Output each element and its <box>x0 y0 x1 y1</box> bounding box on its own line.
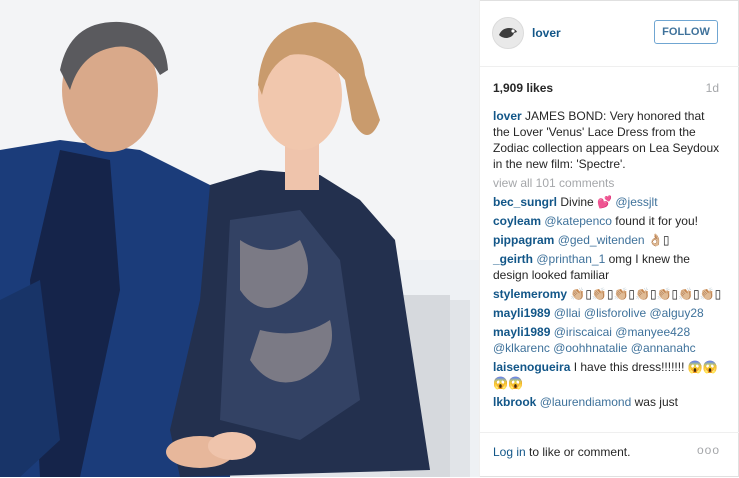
comment-item: _geirth @printhan_1 omg I knew the desig… <box>493 251 723 283</box>
photo-illustration <box>0 0 479 477</box>
post-header: lover FOLLOW <box>480 0 739 67</box>
comment-item: bec_sungrl Divine 💕 @jessjlt <box>493 194 723 210</box>
post-sidebar: lover FOLLOW 1,909 likes 1d lover JAMES … <box>479 0 739 477</box>
post-footer: Log in to like or comment. ooo <box>480 432 739 478</box>
comments-list: lover JAMES BOND: Very honored that the … <box>493 108 723 413</box>
comment-item: stylemeromy 👏🏼▯👏🏼▯👏🏼▯👏🏼▯👏🏼▯👏🏼▯👏🏼▯ <box>493 286 723 302</box>
comment-username[interactable]: _geirth <box>493 252 533 266</box>
avatar-icon[interactable] <box>492 17 524 49</box>
post-photo[interactable] <box>0 0 479 477</box>
username-link[interactable]: lover <box>532 26 561 40</box>
comment-item: mayli1989 @iriscaicai @manyee428 @klkare… <box>493 324 723 356</box>
comment-username[interactable]: coyleam <box>493 214 541 228</box>
caption-username[interactable]: lover <box>493 109 522 123</box>
comment-mention[interactable]: @llai @lisforolive @alguy28 <box>554 306 704 320</box>
comment-text: Divine 💕 <box>560 195 616 209</box>
caption-text: JAMES BOND: Very honored that the Lover … <box>493 109 720 171</box>
login-prompt: Log in to like or comment. <box>493 445 630 459</box>
comment-text: found it for you! <box>611 214 698 228</box>
comment-mention[interactable]: @jessjlt <box>615 195 657 209</box>
follow-button[interactable]: FOLLOW <box>654 20 718 44</box>
comment-item: pippagram @ged_witenden 👌🏼▯ <box>493 232 723 248</box>
comment-item: laisenogueira I have this dress!!!!!!! 😱… <box>493 359 723 391</box>
comment-username[interactable]: stylemeromy <box>493 287 567 301</box>
comment-mention[interactable]: @ged_witenden <box>558 233 645 247</box>
more-options-icon[interactable]: ooo <box>697 443 720 457</box>
comment-username[interactable]: mayli1989 <box>493 306 550 320</box>
comment-username[interactable]: pippagram <box>493 233 554 247</box>
caption: lover JAMES BOND: Very honored that the … <box>493 108 723 172</box>
comment-mention[interactable]: @laurendiamond <box>540 395 632 409</box>
comment-text: 👌🏼▯ <box>644 233 670 247</box>
comment-username[interactable]: laisenogueira <box>493 360 570 374</box>
comment-username[interactable]: lkbrook <box>493 395 536 409</box>
comment-username[interactable]: mayli1989 <box>493 325 550 339</box>
comment-text: 👏🏼▯👏🏼▯👏🏼▯👏🏼▯👏🏼▯👏🏼▯👏🏼▯ <box>570 287 722 301</box>
likes-count[interactable]: 1,909 likes <box>493 81 553 95</box>
view-all-comments-link[interactable]: view all 101 comments <box>493 175 723 191</box>
comment-text: was just <box>631 395 678 409</box>
comment-mention[interactable]: @printhan_1 <box>536 252 605 266</box>
comment-mention[interactable]: @katepenco <box>544 214 612 228</box>
comment-item: coyleam @katepenco found it for you! <box>493 213 723 229</box>
comment-item: lkbrook @laurendiamond was just <box>493 394 723 410</box>
post-age[interactable]: 1d <box>706 81 719 95</box>
login-link[interactable]: Log in <box>493 445 526 459</box>
comment-username[interactable]: bec_sungrl <box>493 195 557 209</box>
comment-item: mayli1989 @llai @lisforolive @alguy28 <box>493 305 723 321</box>
login-prompt-text: to like or comment. <box>525 445 631 459</box>
